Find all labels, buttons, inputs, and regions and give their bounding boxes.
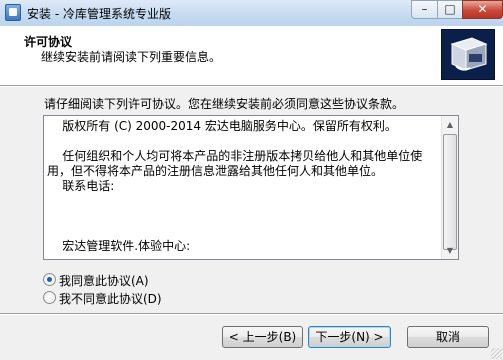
license-text: 版权所有 (C) 2000-2014 宏达电脑服务中心。保留所有权利。 任何组织… bbox=[47, 119, 423, 253]
installer-box-icon bbox=[441, 29, 495, 80]
license-textbox[interactable]: 版权所有 (C) 2000-2014 宏达电脑服务中心。保留所有权利。 任何组织… bbox=[43, 115, 459, 260]
close-button[interactable]: ✕ bbox=[462, 0, 503, 19]
cancel-button[interactable]: 取消 bbox=[407, 326, 489, 348]
scroll-thumb[interactable] bbox=[443, 134, 457, 250]
next-button[interactable]: 下一步(N) > bbox=[308, 326, 391, 348]
decline-label[interactable]: 我不同意此协议(D) bbox=[59, 290, 162, 307]
window-title: 安装 - 冷库管理系统专业版 bbox=[27, 7, 171, 21]
decline-radio[interactable] bbox=[43, 291, 56, 304]
title-bar[interactable]: 安装 - 冷库管理系统专业版 – □ ✕ bbox=[0, 0, 503, 27]
instruction-text: 请仔细阅读下列许可协议。您在继续安装前必须同意这些协议条款。 bbox=[44, 97, 405, 111]
back-button[interactable]: < 上一步(B) bbox=[222, 326, 303, 348]
scroll-up-arrow-icon[interactable]: ▲ bbox=[442, 116, 458, 133]
header-separator bbox=[0, 86, 503, 87]
license-scrollbar[interactable]: ▲ ▼ bbox=[441, 116, 458, 259]
page-subtitle: 继续安装前请阅读下列重要信息。 bbox=[41, 50, 222, 64]
footer-separator bbox=[0, 313, 503, 315]
accept-radio[interactable] bbox=[43, 273, 56, 286]
wizard-header: 许可协议 继续安装前请阅读下列重要信息。 bbox=[0, 26, 503, 86]
resize-grip-icon[interactable] bbox=[491, 348, 502, 359]
installer-app-icon bbox=[5, 4, 21, 21]
accept-label[interactable]: 我同意此协议(A) bbox=[59, 272, 149, 289]
maximize-button[interactable]: □ bbox=[437, 0, 463, 19]
scroll-down-arrow-icon[interactable]: ▼ bbox=[442, 242, 458, 259]
minimize-button[interactable]: – bbox=[411, 0, 438, 19]
